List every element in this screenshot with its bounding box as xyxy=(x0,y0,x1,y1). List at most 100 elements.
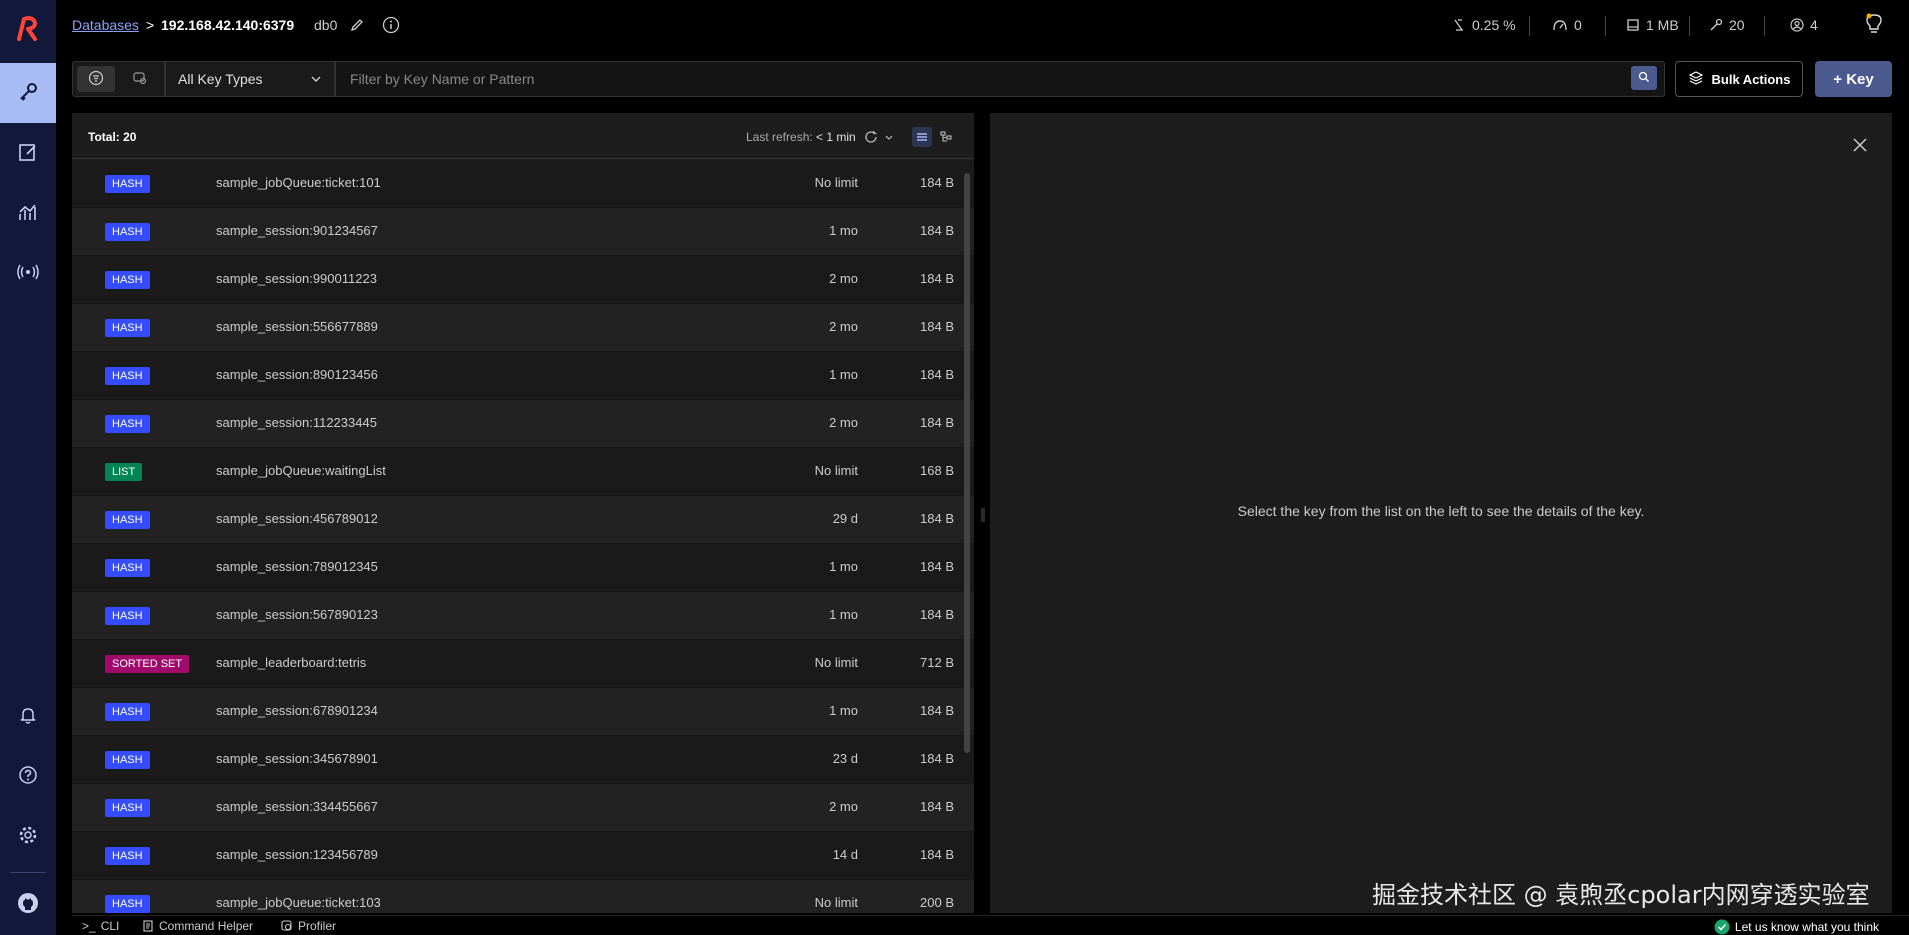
search-button[interactable] xyxy=(1631,66,1657,90)
key-name: sample_session:334455667 xyxy=(216,799,378,814)
browser-toolbar: All Key Types Bulk Actions + Key xyxy=(72,61,1892,98)
key-row[interactable]: HASH sample_session:334455667 2 mo 184 B xyxy=(72,784,974,832)
key-name: sample_leaderboard:tetris xyxy=(216,655,367,670)
profiler-button[interactable]: Profiler xyxy=(281,919,336,933)
key-row[interactable]: HASH sample_session:990011223 2 mo 184 B xyxy=(72,256,974,304)
stat-divider xyxy=(1689,16,1690,36)
add-key-button[interactable]: + Key xyxy=(1815,61,1892,97)
feedback-label: Let us know what you think xyxy=(1734,920,1879,934)
key-type-value: All Key Types xyxy=(178,71,263,87)
breadcrumb-databases-link[interactable]: Databases xyxy=(72,17,139,33)
refresh-options-chevron-icon[interactable] xyxy=(879,127,899,147)
sidebar-item-notifications[interactable] xyxy=(0,686,56,746)
key-ttl: 2 mo xyxy=(829,319,858,334)
key-name: sample_session:112233445 xyxy=(216,415,377,430)
redis-logo[interactable] xyxy=(0,0,56,56)
refresh-icon[interactable] xyxy=(861,127,881,147)
key-type-badge: SORTED SET xyxy=(105,655,190,673)
stat-divider xyxy=(1529,16,1530,36)
key-size: 184 B xyxy=(920,751,954,766)
key-list-panel: Total: 20 Last refresh: < 1 min HASH samp… xyxy=(72,113,974,913)
sidebar-item-analysis[interactable] xyxy=(0,183,56,243)
key-name: sample_jobQueue:waitingList xyxy=(216,463,386,478)
key-row[interactable]: HASH sample_session:567890123 1 mo 184 B xyxy=(72,592,974,640)
sidebar-item-workbench[interactable] xyxy=(0,123,56,183)
stat-divider xyxy=(1764,16,1765,36)
search-mode-button[interactable] xyxy=(121,66,159,92)
key-name: sample_session:789012345 xyxy=(216,559,378,574)
key-ttl: 23 d xyxy=(832,751,858,766)
key-type-badge: HASH xyxy=(105,415,150,433)
key-ttl: 1 mo xyxy=(829,223,858,238)
key-row[interactable]: LIST sample_jobQueue:waitingList No limit 1… xyxy=(72,448,974,496)
app-root: Databases > 192.168.42.140:6379 db0 0.25… xyxy=(0,0,1909,935)
cli-button[interactable]: >_ CLI xyxy=(82,919,119,933)
sidebar-divider xyxy=(10,872,46,873)
key-size: 200 B xyxy=(920,895,954,910)
key-size: 184 B xyxy=(920,511,954,526)
tree-view-icon[interactable] xyxy=(936,127,956,147)
sidebar-item-browser[interactable] xyxy=(0,63,56,123)
key-type-badge: HASH xyxy=(105,799,150,817)
key-size: 184 B xyxy=(920,175,954,190)
command-helper-button[interactable]: Command Helper xyxy=(142,919,253,933)
list-view-icon[interactable] xyxy=(912,127,932,147)
sidebar-item-github[interactable] xyxy=(0,878,56,930)
total-keys: Total: 20 xyxy=(88,130,137,144)
key-row[interactable]: HASH sample_session:890123456 1 mo 184 B xyxy=(72,352,974,400)
stat-clients-value: 4 xyxy=(1810,17,1818,33)
info-icon[interactable] xyxy=(381,15,401,35)
stat-ops: 0 xyxy=(1552,17,1582,33)
stat-cpu: 0.25 % xyxy=(1452,17,1516,33)
help-icon xyxy=(18,765,38,788)
key-row[interactable]: SORTED SET sample_leaderboard:tetris No li… xyxy=(72,640,974,688)
key-row[interactable]: HASH sample_session:678901234 1 mo 184 B xyxy=(72,688,974,736)
edit-db-icon[interactable] xyxy=(347,15,367,35)
key-type-badge: HASH xyxy=(105,223,150,241)
insights-bulb-icon[interactable] xyxy=(1864,13,1884,33)
key-type-badge: HASH xyxy=(105,319,150,337)
key-row[interactable]: HASH sample_jobQueue:ticket:101 No limit 18… xyxy=(72,160,974,208)
key-row[interactable]: HASH sample_session:789012345 1 mo 184 B xyxy=(72,544,974,592)
sidebar-item-help[interactable] xyxy=(0,746,56,806)
key-ttl: 1 mo xyxy=(829,607,858,622)
bulk-actions-button[interactable]: Bulk Actions xyxy=(1675,61,1803,97)
filter-mode-button[interactable] xyxy=(77,66,115,92)
sidebar-item-pubsub[interactable] xyxy=(0,243,56,303)
key-type-badge: HASH xyxy=(105,559,150,577)
key-row[interactable]: HASH sample_session:456789012 29 d 184 B xyxy=(72,496,974,544)
key-ttl: 29 d xyxy=(832,511,858,526)
key-size: 184 B xyxy=(920,223,954,238)
filter-input[interactable] xyxy=(335,61,1665,97)
sidebar-item-settings[interactable] xyxy=(0,806,56,866)
key-ttl: 2 mo xyxy=(829,799,858,814)
key-ttl: No limit xyxy=(814,895,858,910)
details-empty-message: Select the key from the list on the left… xyxy=(1237,503,1645,519)
key-size: 184 B xyxy=(920,607,954,622)
key-ttl: 1 mo xyxy=(829,703,858,718)
gauge-icon xyxy=(1553,20,1567,31)
chart-icon xyxy=(18,202,38,225)
key-row[interactable]: HASH sample_session:901234567 1 mo 184 B xyxy=(72,208,974,256)
key-row[interactable]: HASH sample_session:556677889 2 mo 184 B xyxy=(72,304,974,352)
chat-search-icon xyxy=(132,70,148,89)
scroll-thumb[interactable] xyxy=(964,173,970,753)
document-icon xyxy=(143,920,153,932)
github-icon xyxy=(17,892,39,917)
key-size: 168 B xyxy=(920,463,954,478)
close-icon[interactable] xyxy=(1850,135,1870,155)
key-ttl: 1 mo xyxy=(829,367,858,382)
last-refresh-value: < 1 min xyxy=(816,130,856,144)
stat-divider xyxy=(1605,16,1606,36)
key-type-select[interactable]: All Key Types xyxy=(165,61,335,97)
key-type-badge: HASH xyxy=(105,847,150,865)
key-row[interactable]: HASH sample_session:123456789 14 d 184 B xyxy=(72,832,974,880)
key-row[interactable]: HASH sample_session:112233445 2 mo 184 B xyxy=(72,400,974,448)
feedback-link[interactable]: Let us know what you think xyxy=(1714,919,1879,935)
key-row[interactable]: HASH sample_jobQueue:ticket:103 No limit 20… xyxy=(72,880,974,913)
key-list-scrollbar[interactable] xyxy=(964,173,970,913)
key-ttl: No limit xyxy=(814,175,858,190)
panel-resize-handle[interactable] xyxy=(980,500,986,530)
key-row[interactable]: HASH sample_session:345678901 23 d 184 B xyxy=(72,736,974,784)
top-header: Databases > 192.168.42.140:6379 db0 0.25… xyxy=(56,0,1909,52)
